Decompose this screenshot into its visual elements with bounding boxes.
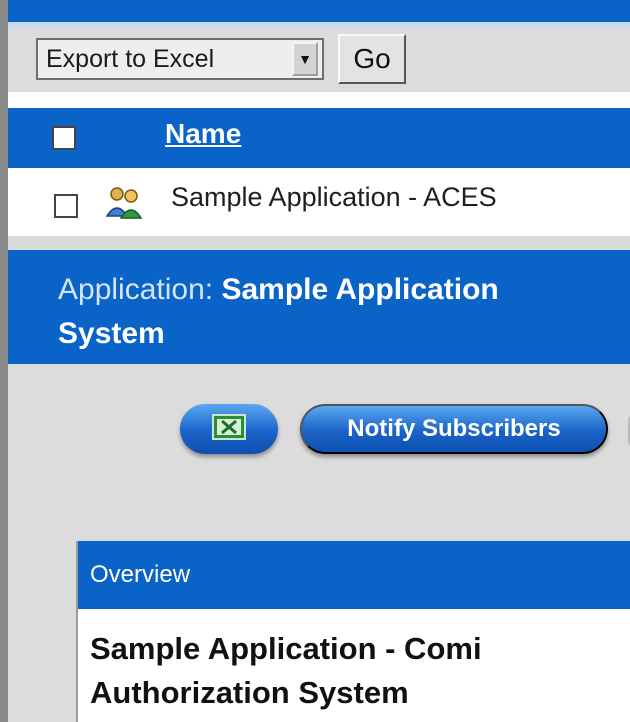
application-title: Application: Sample Application: [58, 268, 630, 312]
overview-label: Overview: [90, 561, 191, 588]
overview-header: Overview: [78, 541, 630, 609]
export-select[interactable]: Export to Excel ▼: [36, 38, 324, 80]
column-header-name[interactable]: Name: [165, 118, 241, 150]
left-border: [0, 0, 8, 722]
table-header: Name: [8, 108, 630, 168]
export-select-value: Export to Excel: [46, 44, 215, 73]
excel-icon: [212, 413, 246, 445]
overview-title-line1: Sample Application - Comi: [90, 631, 482, 666]
application-name: Sample Application: [221, 273, 499, 306]
overview-title-line2: Authorization System: [90, 675, 409, 710]
row-name[interactable]: Sample Application - ACES: [171, 182, 497, 213]
application-name-continued: System: [58, 317, 165, 350]
toolbar: Export to Excel ▼ Go: [8, 28, 630, 92]
application-users-icon: [104, 182, 144, 222]
overview-title: Sample Application - Comi Authorization …: [90, 627, 630, 715]
application-prefix: Application:: [58, 273, 214, 306]
row-checkbox[interactable]: [54, 194, 78, 218]
notify-subscribers-button[interactable]: Notify Subscribers: [300, 404, 608, 454]
dropdown-arrow-icon[interactable]: ▼: [292, 42, 318, 76]
row-separator: [8, 236, 630, 250]
application-header: Application: Sample Application System: [8, 250, 630, 364]
top-bar: [8, 0, 630, 22]
page: Export to Excel ▼ Go Name Sample Applica…: [0, 0, 630, 722]
table-row[interactable]: Sample Application - ACES: [8, 168, 630, 234]
overview-panel: Overview Sample Application - Comi Autho…: [76, 541, 630, 722]
select-all-checkbox[interactable]: [52, 126, 76, 150]
export-excel-button[interactable]: [180, 404, 278, 454]
go-button[interactable]: Go: [338, 34, 406, 84]
